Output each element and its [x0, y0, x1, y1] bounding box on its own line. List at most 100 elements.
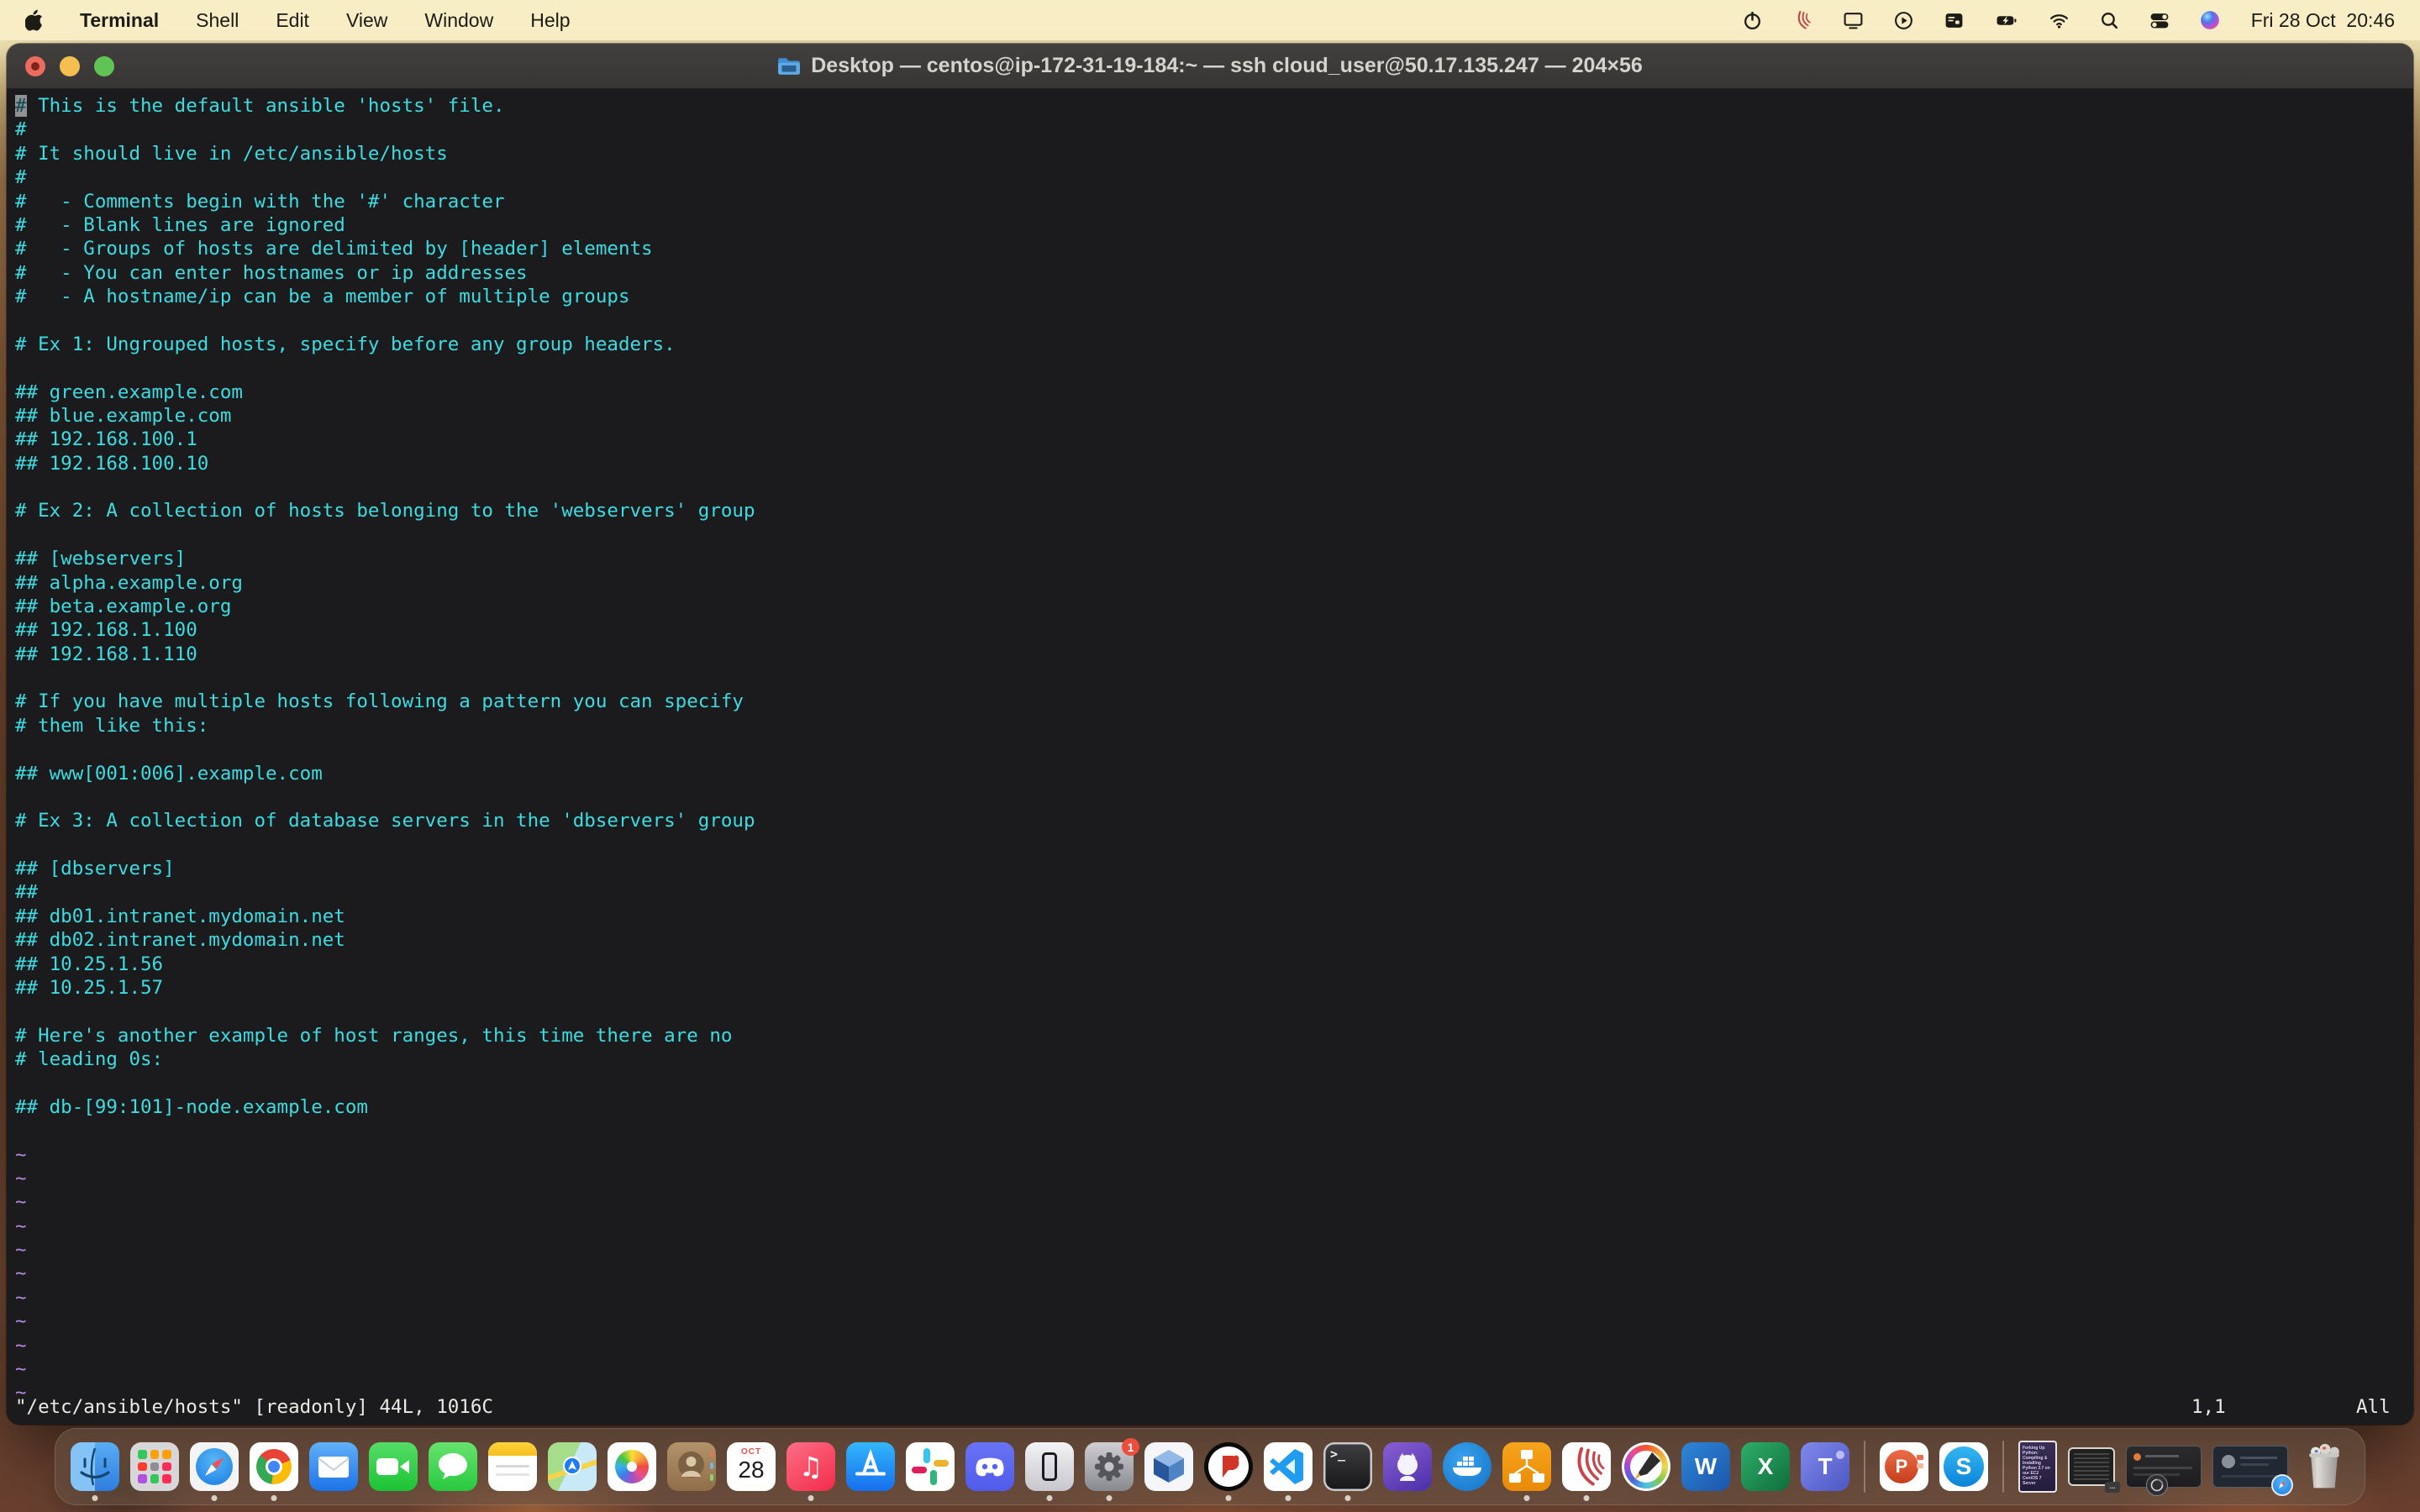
menu-window[interactable]: Window [424, 9, 493, 32]
dock-icon-minimized-window-safari[interactable] [2212, 1446, 2293, 1496]
minimize-button[interactable] [60, 55, 80, 76]
vim-tilde: ~ [15, 1310, 27, 1333]
terminal-line: # Ex 1: Ungrouped hosts, specify before … [15, 333, 676, 355]
menubar-clock[interactable]: Fri 28 Oct 20:46 [2251, 9, 2395, 32]
dock-icon-vscode[interactable] [1264, 1442, 1313, 1501]
terminal-line: # them like this: [15, 714, 209, 737]
dock-icon-contacts[interactable] [667, 1442, 716, 1491]
dock-icon-minimized-window-gear[interactable] [2126, 1446, 2202, 1496]
power-icon[interactable] [1742, 10, 1763, 31]
dock-icon-mail[interactable] [309, 1442, 358, 1491]
dock-icon-drawio[interactable] [1502, 1442, 1551, 1501]
dock-icon-iphone-mirroring[interactable] [1025, 1442, 1074, 1501]
dock-icon-launchpad[interactable] [130, 1442, 179, 1491]
running-indicator [1285, 1495, 1292, 1501]
now-playing-icon[interactable] [1893, 10, 1914, 31]
vim-tilde: ~ [15, 1334, 27, 1357]
battery-charging-icon[interactable] [1994, 10, 2019, 31]
dock-icon-github-desktop[interactable] [1383, 1442, 1432, 1491]
vim-cursor: # [15, 95, 27, 117]
dock-icon-excel[interactable]: X [1741, 1442, 1790, 1491]
dock-icon-teams[interactable]: T [1801, 1442, 1849, 1491]
terminal-line: # - Comments begin with the '#' characte… [15, 190, 505, 213]
dock-icon-slack[interactable] [906, 1442, 955, 1491]
close-button[interactable] [25, 55, 45, 76]
running-indicator [1523, 1495, 1530, 1501]
desktop: Terminal Shell Edit View Window Help Fri 28 O… [0, 0, 2420, 1512]
terminal-line: ## db02.intranet.mydomain.net [15, 929, 345, 952]
menu-terminal[interactable]: Terminal [80, 9, 159, 32]
dock-icon-finder[interactable] [71, 1442, 119, 1501]
terminal-line: ## 192.168.100.1 [15, 428, 197, 451]
dock-icon-terminal[interactable]: >_ [1323, 1442, 1372, 1501]
dock-icon-notes[interactable] [488, 1442, 537, 1491]
dock-icon-red-circle-app[interactable] [1204, 1442, 1253, 1501]
menu-shell[interactable]: Shell [196, 9, 239, 32]
running-indicator [1225, 1495, 1232, 1501]
labex-waves-icon[interactable] [1791, 9, 1813, 31]
dock-icon-minimized-doc[interactable]: Forking Up Python: Compiling & Installin… [2018, 1441, 2057, 1493]
dock: OCT 28 ♫ 1 >_ W X T P S Forking Up Python: Compili… [55, 1428, 2365, 1505]
terminal-line: # - A hostname/ip can be a member of mul… [15, 286, 630, 307]
terminal-line: # Ex 3: A collection of database servers… [15, 810, 755, 832]
title-bar[interactable]: Desktop — centos@ip-172-31-19-184:~ — ss… [7, 44, 2413, 89]
apple-menu-icon[interactable] [25, 9, 43, 31]
dock-icon-krita[interactable] [1622, 1442, 1670, 1491]
dock-icon-maps[interactable] [548, 1442, 597, 1491]
vim-scroll-position: All [2356, 1395, 2391, 1418]
running-indicator [1344, 1495, 1351, 1501]
terminal-line: ## blue.example.com [15, 404, 232, 427]
dock-icon-trash[interactable] [2299, 1441, 2349, 1492]
dock-icon-powerpoint[interactable]: P [1880, 1442, 1928, 1491]
control-center-icon[interactable] [2149, 10, 2170, 31]
dock-icon-system-settings[interactable]: 1 [1085, 1438, 1139, 1501]
vim-tilde: ~ [15, 1191, 27, 1214]
running-indicator [1046, 1495, 1053, 1501]
dock-icon-labex[interactable] [1562, 1442, 1611, 1501]
dock-icon-safari[interactable] [190, 1442, 239, 1501]
running-indicator [1583, 1495, 1590, 1501]
menu-help[interactable]: Help [530, 9, 570, 32]
terminal-line: # This is the default ansible 'hosts' fi… [15, 95, 505, 117]
dock-icon-app-store[interactable] [846, 1442, 895, 1491]
dock-icon-skype[interactable]: S [1939, 1442, 1988, 1491]
menu-view[interactable]: View [346, 9, 387, 32]
dock-icon-chrome[interactable] [250, 1442, 298, 1501]
terminal-line: ## 10.25.1.56 [15, 953, 164, 975]
dock-icon-discord[interactable] [965, 1442, 1014, 1491]
dock-icon-photos[interactable] [608, 1442, 656, 1491]
terminal-line: ## 192.168.1.110 [15, 643, 197, 665]
keyboard-window-icon[interactable] [1943, 10, 1965, 31]
dock-icon-music[interactable]: ♫ [786, 1442, 835, 1501]
terminal-line: ## db01.intranet.mydomain.net [15, 905, 345, 927]
spotlight-icon[interactable] [2099, 10, 2120, 31]
dock-divider [1864, 1441, 1865, 1493]
terminal-line: ## beta.example.org [15, 595, 232, 617]
terminal-line: # It should live in /etc/ansible/hosts [15, 142, 448, 165]
terminal-line: ## 10.25.1.57 [15, 976, 164, 999]
dock-icon-docker[interactable] [1443, 1442, 1491, 1491]
dock-icon-virtualbox[interactable] [1144, 1442, 1193, 1491]
ellipsis-badge: ... [2105, 1482, 2120, 1493]
terminal-content[interactable]: # This is the default ansible 'hosts' fi… [7, 89, 2413, 1425]
calendar-day: 28 [738, 1457, 765, 1483]
terminal-line: ## [dbservers] [15, 858, 175, 879]
dock-icon-facetime[interactable] [369, 1442, 418, 1491]
dock-icon-calendar[interactable]: OCT 28 [727, 1442, 776, 1491]
terminal-line: # Ex 2: A collection of hosts belonging … [15, 500, 755, 522]
screen-mirroring-icon[interactable] [1842, 10, 1865, 31]
menu-edit[interactable]: Edit [276, 9, 309, 32]
wifi-icon[interactable] [2048, 10, 2070, 31]
dock-icon-minimized-terminal[interactable]: ... [2068, 1447, 2120, 1493]
zoom-button[interactable] [94, 55, 114, 76]
siri-icon[interactable] [2199, 9, 2221, 31]
dock-icon-word[interactable]: W [1681, 1442, 1730, 1491]
dock-icon-messages[interactable] [429, 1442, 477, 1491]
minimized-doc-title: Forking Up Python: Compiling & Installin… [2023, 1446, 2050, 1486]
